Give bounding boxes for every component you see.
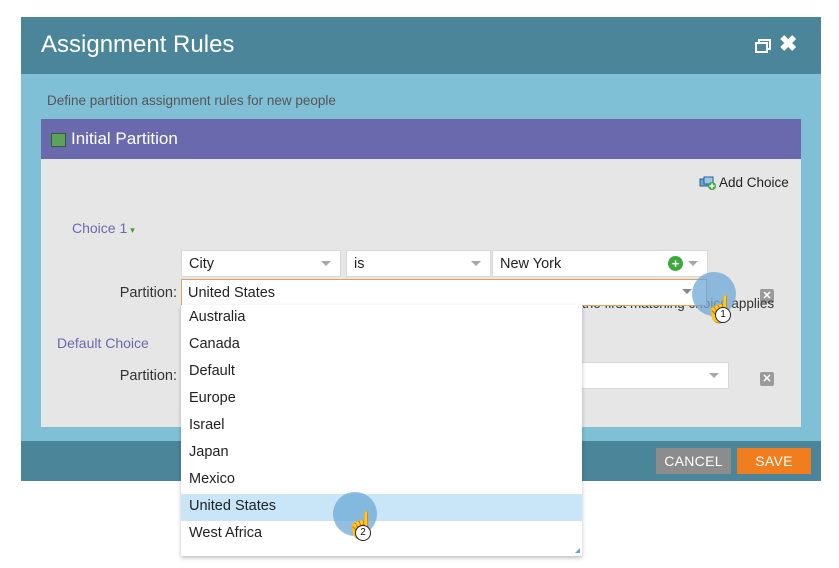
partition-icon	[51, 133, 66, 147]
partition-select[interactable]: United States	[181, 279, 707, 306]
list-item[interactable]: Europe	[181, 386, 582, 413]
save-button[interactable]: SAVE	[737, 448, 811, 474]
default-partition-label: Partition:	[119, 368, 177, 384]
step-badge-1: 1	[715, 307, 731, 323]
value-select[interactable]: New York +	[492, 250, 708, 277]
list-item[interactable]: Israel	[181, 413, 582, 440]
partition-select-value: United States	[188, 285, 276, 301]
resize-grip-icon[interactable]	[575, 548, 580, 553]
choice-1-label[interactable]: Choice 1 ▾	[72, 220, 135, 236]
list-item[interactable]: West Africa	[181, 521, 582, 548]
list-item[interactable]: Canada	[181, 332, 582, 359]
chevron-down-icon	[471, 261, 481, 266]
add-value-icon[interactable]: +	[668, 256, 683, 271]
list-item[interactable]: Mexico	[181, 467, 582, 494]
chevron-down-icon	[688, 261, 698, 266]
dialog-title: Assignment Rules	[41, 31, 235, 58]
add-choice-button[interactable]: Add Choice	[699, 175, 789, 190]
delete-default-icon[interactable]: ✕	[760, 372, 774, 386]
chevron-down-icon	[709, 373, 719, 378]
chevron-down-icon: ▾	[130, 225, 135, 235]
list-item-selected[interactable]: United States	[181, 494, 582, 521]
panel-header: Initial Partition	[41, 119, 801, 159]
restore-window-icon[interactable]	[755, 39, 771, 53]
partition-dropdown-list: Australia Canada Default Europe Israel J…	[181, 305, 582, 556]
cancel-button[interactable]: CANCEL	[656, 448, 731, 474]
close-icon[interactable]: ✖	[779, 33, 797, 55]
chevron-down-icon	[321, 261, 331, 266]
list-item[interactable]: Australia	[181, 305, 582, 332]
add-choice-icon	[699, 176, 716, 190]
default-choice-label: Default Choice	[57, 335, 149, 351]
value-select-value: New York	[500, 256, 562, 272]
field-select[interactable]: City	[181, 250, 341, 277]
step-badge-2: 2	[355, 525, 371, 541]
add-choice-label: Add Choice	[719, 175, 789, 190]
panel-title: Initial Partition	[71, 129, 178, 148]
field-select-value: City	[189, 256, 214, 272]
dialog-titlebar: Assignment Rules ✖	[21, 17, 821, 74]
operator-select-value: is	[354, 256, 365, 272]
choice-1-text: Choice 1	[72, 220, 128, 236]
chevron-down-icon[interactable]	[682, 289, 692, 294]
partition-label: Partition:	[119, 285, 177, 301]
list-item[interactable]: Default	[181, 359, 582, 386]
default-partition-select[interactable]	[581, 362, 729, 389]
list-item[interactable]: Japan	[181, 440, 582, 467]
dialog-subtitle: Define partition assignment rules for ne…	[47, 93, 336, 108]
operator-select[interactable]: is	[346, 250, 491, 277]
